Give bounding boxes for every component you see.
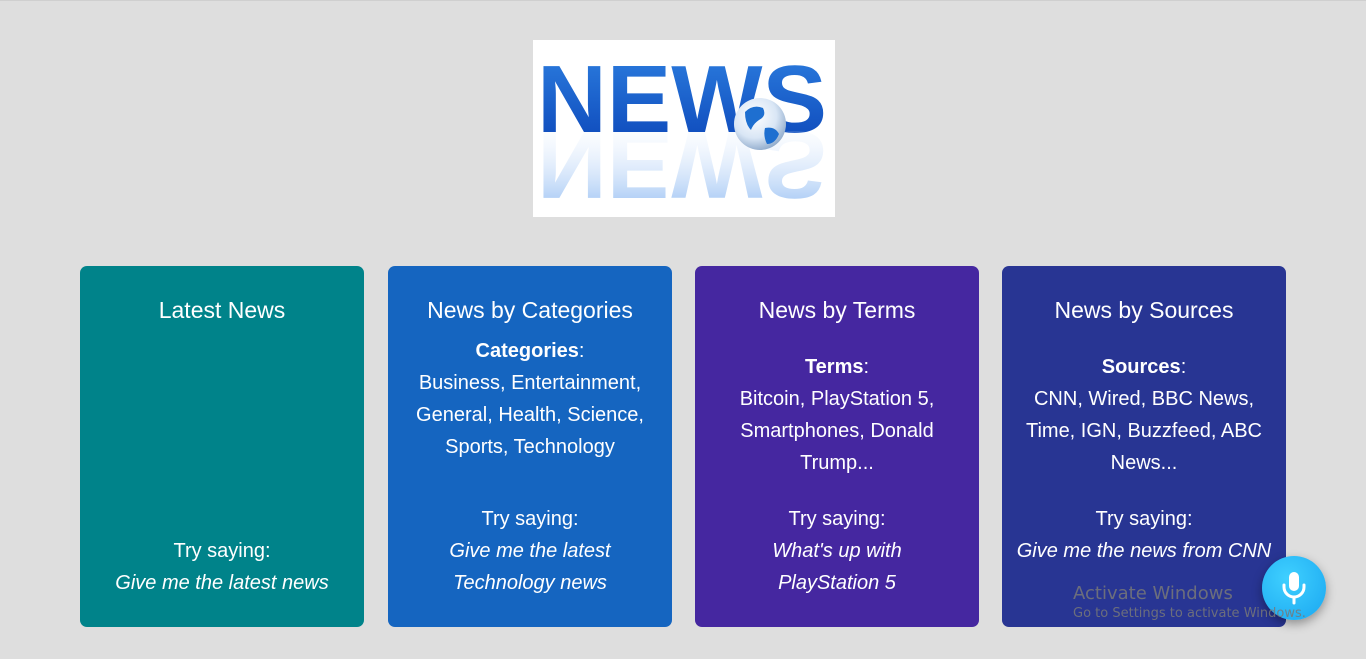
- try-label: Try saying:: [173, 540, 271, 562]
- try-saying: Try saying: Give me the latest Technolog…: [402, 503, 658, 599]
- card-title: News by Sources: [1054, 297, 1234, 323]
- info-text: Business, Entertainment, General, Health…: [416, 372, 644, 458]
- example-phrase: What's up with PlayStation 5: [772, 540, 902, 594]
- card-news-by-categories: News by Categories Categories: Business,…: [388, 266, 672, 627]
- card-title: Latest News: [158, 297, 286, 323]
- card-news-by-terms: News by Terms Terms: Bitcoin, PlayStatio…: [695, 266, 979, 627]
- card-latest-news: Latest News Try saying: Give me the late…: [80, 266, 364, 627]
- news-globe-logo-icon: NEWS NEWS: [537, 46, 827, 217]
- try-saying: Try saying: What's up with PlayStation 5: [709, 503, 965, 599]
- info-label: Sources: [1101, 356, 1181, 378]
- card-news-by-sources: News by Sources Sources: CNN, Wired, BBC…: [1002, 266, 1286, 627]
- card-info: Categories: Business, Entertainment, Gen…: [416, 340, 644, 458]
- microphone-icon: [1282, 572, 1306, 605]
- card-title: News by Categories: [427, 297, 633, 323]
- try-label: Try saying:: [788, 508, 886, 530]
- news-logo: NEWS NEWS: [533, 40, 835, 217]
- microphone-button[interactable]: [1262, 556, 1326, 620]
- example-phrase: Give me the news from CNN: [1016, 540, 1272, 562]
- card-info: Terms: Bitcoin, PlayStation 5, Smartphon…: [739, 356, 935, 474]
- card-title: News by Terms: [758, 297, 916, 323]
- info-label: Categories: [475, 340, 579, 362]
- example-phrase: Give me the latest news: [115, 572, 329, 594]
- info-text: CNN, Wired, BBC News, Time, IGN, Buzzfee…: [1025, 388, 1262, 474]
- example-phrase: Give me the latest Technology news: [449, 540, 611, 594]
- try-label: Try saying:: [1095, 508, 1193, 530]
- try-saying: Try saying: Give me the latest news: [94, 535, 350, 599]
- try-saying: Try saying: Give me the news from CNN: [1016, 503, 1272, 567]
- try-label: Try saying:: [481, 508, 579, 530]
- info-label: Terms: [804, 356, 864, 378]
- card-info: Sources: CNN, Wired, BBC News, Time, IGN…: [1025, 356, 1262, 474]
- info-text: Bitcoin, PlayStation 5, Smartphones, Don…: [739, 388, 935, 474]
